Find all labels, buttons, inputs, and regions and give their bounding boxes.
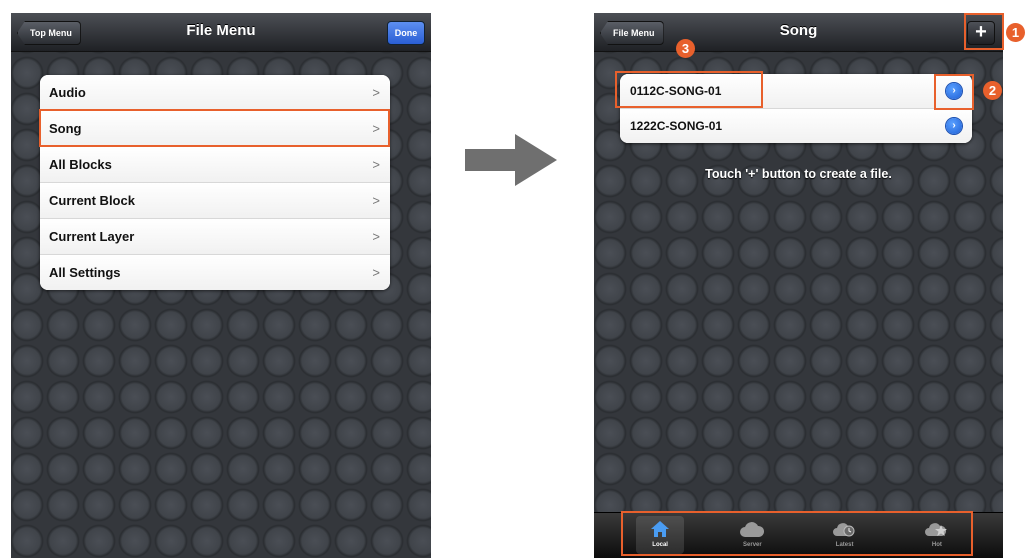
menu-item-all-settings[interactable]: All Settings > (40, 255, 390, 290)
callout-1: 1 (1006, 23, 1025, 42)
callout-2: 2 (983, 81, 1002, 100)
tab-bar-highlight-box (621, 511, 973, 556)
add-button-highlight-box (964, 13, 1004, 50)
menu-item-label: Current Block (49, 193, 135, 208)
done-button[interactable]: Done (387, 21, 425, 45)
menu-item-label: All Blocks (49, 157, 112, 172)
chevron-right-icon: > (372, 193, 380, 208)
disclosure-highlight-box (934, 74, 974, 110)
menu-item-current-layer[interactable]: Current Layer > (40, 219, 390, 255)
file-name: 1222C-SONG-01 (630, 119, 723, 133)
file-row[interactable]: 1222C-SONG-01 › (620, 109, 972, 143)
navigation-bar: File Menu Song + (594, 13, 1003, 52)
menu-item-label: Current Layer (49, 229, 135, 244)
menu-item-label: Audio (49, 85, 86, 100)
file-name-highlight-box (615, 71, 763, 108)
menu-item-audio[interactable]: Audio > (40, 75, 390, 111)
menu-item-label: All Settings (49, 265, 121, 280)
file-menu-list: Audio > Song > All Blocks > Current Bloc… (40, 75, 390, 290)
song-highlight-box (39, 109, 390, 147)
create-file-hint: Touch '+' button to create a file. (705, 167, 892, 181)
menu-item-all-blocks[interactable]: All Blocks > (40, 147, 390, 183)
chevron-right-icon: > (372, 265, 380, 280)
arrow-right-icon (465, 134, 557, 186)
page-title: Song (779, 22, 818, 39)
detail-disclosure-icon[interactable]: › (946, 118, 962, 134)
chevron-right-icon: > (372, 229, 380, 244)
callout-3: 3 (676, 39, 695, 58)
file-menu-screen: Top Menu File Menu Done Audio > Song > A… (11, 13, 431, 558)
menu-item-current-block[interactable]: Current Block > (40, 183, 390, 219)
chevron-right-icon: > (372, 85, 380, 100)
page-title: File Menu (186, 22, 256, 39)
chevron-right-icon: > (372, 157, 380, 172)
navigation-bar: Top Menu File Menu Done (11, 13, 431, 52)
